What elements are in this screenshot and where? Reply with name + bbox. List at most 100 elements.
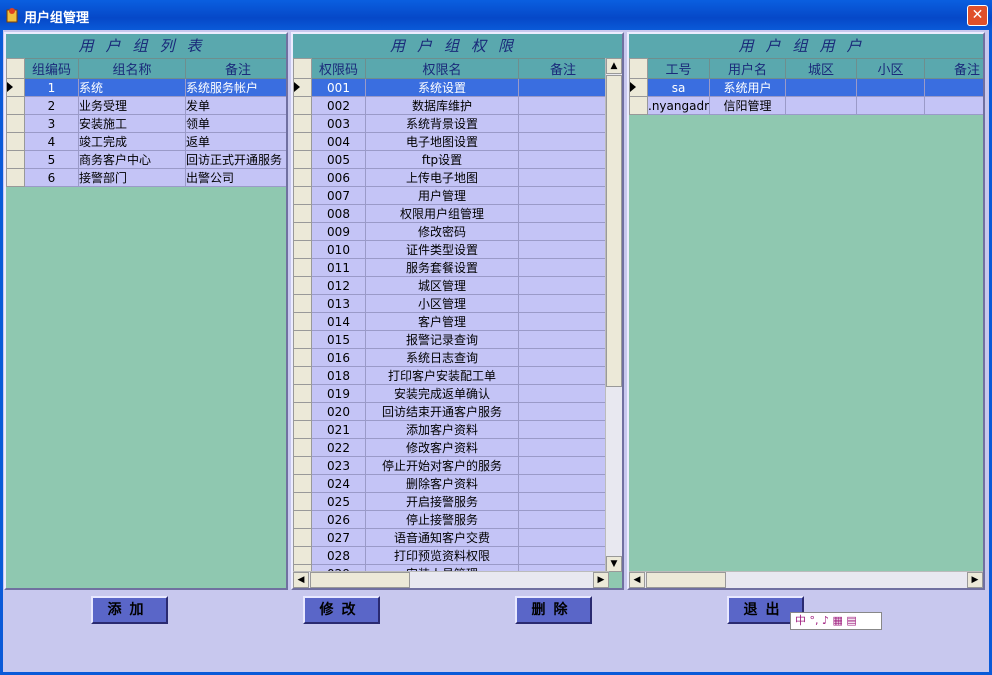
table-cell[interactable]: [518, 114, 608, 133]
scroll-thumb[interactable]: [310, 572, 410, 588]
table-cell[interactable]: 4: [24, 132, 79, 151]
table-cell[interactable]: 打印客户安装配工单: [365, 366, 519, 385]
table-row[interactable]: 024 删除客户资料: [293, 474, 608, 493]
table-row[interactable]: 001 系统设置: [293, 78, 608, 97]
row-selector[interactable]: [293, 492, 312, 511]
table-cell[interactable]: 024: [311, 474, 366, 493]
table-cell[interactable]: ftp设置: [365, 150, 519, 169]
row-selector[interactable]: [293, 168, 312, 187]
table-cell[interactable]: 城区管理: [365, 276, 519, 295]
table-cell[interactable]: 020: [311, 402, 366, 421]
table-cell[interactable]: 021: [311, 420, 366, 439]
add-button[interactable]: 添加: [91, 596, 168, 624]
table-cell[interactable]: 018: [311, 366, 366, 385]
table-cell[interactable]: 009: [311, 222, 366, 241]
scroll-left-icon[interactable]: ◀: [293, 572, 309, 588]
table-cell[interactable]: [518, 492, 608, 511]
row-selector[interactable]: [293, 222, 312, 241]
table-cell[interactable]: [518, 456, 608, 475]
table-row[interactable]: 027 语音通知客户交费: [293, 528, 608, 547]
row-selector[interactable]: [6, 150, 25, 169]
table-cell[interactable]: 023: [311, 456, 366, 475]
table-cell[interactable]: 安装施工: [78, 114, 186, 133]
row-selector[interactable]: [293, 96, 312, 115]
row-selector[interactable]: [293, 312, 312, 331]
row-selector[interactable]: [293, 132, 312, 151]
row-selector[interactable]: [6, 78, 25, 97]
row-selector[interactable]: [293, 438, 312, 457]
table-cell[interactable]: 008: [311, 204, 366, 223]
table-cell[interactable]: 6: [24, 168, 79, 187]
table-cell[interactable]: 语音通知客户交费: [365, 528, 519, 547]
column-header-district[interactable]: 城区: [785, 58, 857, 79]
group-users-horizontal-scrollbar[interactable]: ◀ ▶: [629, 571, 983, 588]
table-cell[interactable]: 1: [24, 78, 79, 97]
table-row[interactable]: 004 电子地图设置: [293, 132, 608, 151]
table-cell[interactable]: 停止开始对客户的服务: [365, 456, 519, 475]
column-header-employee-id[interactable]: 工号: [647, 58, 710, 79]
table-cell[interactable]: 系统服务帐户: [185, 78, 286, 97]
table-cell[interactable]: [518, 150, 608, 169]
table-cell[interactable]: 011: [311, 258, 366, 277]
table-cell[interactable]: 025: [311, 492, 366, 511]
row-selector[interactable]: [293, 114, 312, 133]
row-selector[interactable]: [6, 114, 25, 133]
ime-toolbar[interactable]: 中 °, ♪ ▦ ▤: [790, 612, 882, 630]
table-cell[interactable]: 015: [311, 330, 366, 349]
table-cell[interactable]: 026: [311, 510, 366, 529]
table-cell[interactable]: 016: [311, 348, 366, 367]
table-row[interactable]: 012 城区管理: [293, 276, 608, 295]
column-header-group-code[interactable]: 组编码: [24, 58, 79, 79]
column-header-remark[interactable]: 备注: [924, 58, 983, 79]
table-cell[interactable]: [518, 402, 608, 421]
table-cell[interactable]: 系统设置: [365, 78, 519, 97]
table-row[interactable]: 026 停止接警服务: [293, 510, 608, 529]
table-cell[interactable]: [518, 330, 608, 349]
row-selector[interactable]: [293, 384, 312, 403]
table-row[interactable]: 006 上传电子地图: [293, 168, 608, 187]
table-cell[interactable]: 竣工完成: [78, 132, 186, 151]
table-row[interactable]: 020 回访结束开通客户服务: [293, 402, 608, 421]
table-cell[interactable]: [785, 96, 857, 115]
row-selector[interactable]: [293, 510, 312, 529]
row-selector[interactable]: [293, 78, 312, 97]
table-cell[interactable]: 商务客户中心: [78, 150, 186, 169]
scroll-up-icon[interactable]: ▲: [606, 58, 622, 74]
table-cell[interactable]: 系统: [78, 78, 186, 97]
table-cell[interactable]: 领单: [185, 114, 286, 133]
table-cell[interactable]: 2: [24, 96, 79, 115]
table-cell[interactable]: 修改客户资料: [365, 438, 519, 457]
table-cell[interactable]: 添加客户资料: [365, 420, 519, 439]
table-row[interactable]: 010 证件类型设置: [293, 240, 608, 259]
table-cell[interactable]: 006: [311, 168, 366, 187]
table-cell[interactable]: 003: [311, 114, 366, 133]
table-cell[interactable]: 5: [24, 150, 79, 169]
table-cell[interactable]: [518, 204, 608, 223]
table-cell[interactable]: 3: [24, 114, 79, 133]
table-row[interactable]: 007 用户管理: [293, 186, 608, 205]
table-cell[interactable]: 发单: [185, 96, 286, 115]
table-cell[interactable]: [518, 258, 608, 277]
row-selector[interactable]: [293, 456, 312, 475]
row-selector[interactable]: [293, 366, 312, 385]
close-button[interactable]: ✕: [967, 5, 988, 26]
table-cell[interactable]: [856, 78, 925, 97]
table-row[interactable]: 008 权限用户组管理: [293, 204, 608, 223]
table-cell[interactable]: [518, 438, 608, 457]
table-cell[interactable]: [518, 240, 608, 259]
row-selector[interactable]: [293, 186, 312, 205]
table-cell[interactable]: 电子地图设置: [365, 132, 519, 151]
table-row[interactable]: 021 添加客户资料: [293, 420, 608, 439]
row-selector[interactable]: [293, 258, 312, 277]
table-cell[interactable]: 022: [311, 438, 366, 457]
table-cell[interactable]: 删除客户资料: [365, 474, 519, 493]
table-cell[interactable]: [518, 294, 608, 313]
table-cell[interactable]: 开启接警服务: [365, 492, 519, 511]
row-selector[interactable]: [6, 168, 25, 187]
table-cell[interactable]: 012: [311, 276, 366, 295]
table-cell[interactable]: [518, 474, 608, 493]
column-header-group-name[interactable]: 组名称: [78, 58, 186, 79]
table-row[interactable]: 016 系统日志查询: [293, 348, 608, 367]
table-row[interactable]: 014 客户管理: [293, 312, 608, 331]
table-cell[interactable]: [518, 420, 608, 439]
